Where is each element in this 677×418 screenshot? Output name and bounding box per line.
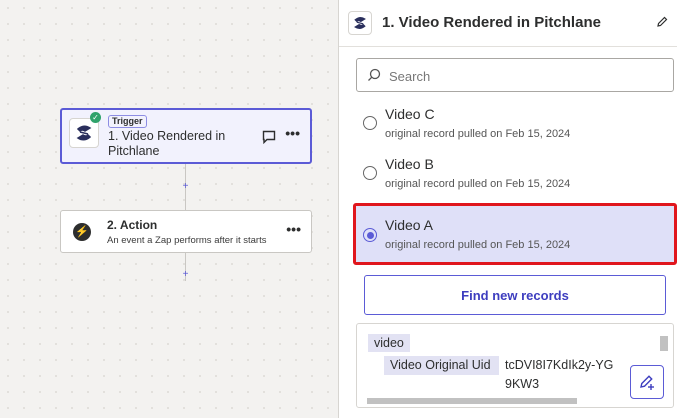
action-step-card[interactable]: ⚡ 2. Action An event a Zap performs afte… xyxy=(60,210,312,253)
scrollbar-thumb[interactable] xyxy=(367,398,577,404)
more-options-icon[interactable]: ••• xyxy=(285,126,300,140)
record-name: Video A xyxy=(385,217,434,233)
record-subtitle: original record pulled on Feb 15, 2024 xyxy=(385,239,571,251)
action-step-title: 2. Action xyxy=(107,218,158,232)
record-name: Video B xyxy=(385,156,434,172)
edit-plus-icon xyxy=(640,375,654,390)
horizontal-scrollbar[interactable] xyxy=(359,396,659,406)
more-options-icon[interactable]: ••• xyxy=(286,222,301,236)
success-check-icon: ✓ xyxy=(90,112,101,123)
pencil-icon[interactable] xyxy=(656,16,668,28)
comment-icon[interactable] xyxy=(262,130,276,144)
trigger-step-card[interactable]: ✓ Trigger 1. Video Rendered in Pitchlane… xyxy=(60,108,312,164)
find-new-records-button[interactable]: Find new records xyxy=(364,275,666,315)
add-step-button[interactable]: + xyxy=(181,182,190,192)
add-step-button[interactable]: + xyxy=(181,270,190,280)
record-data-preview[interactable]: video Video Original Uid tcDVI8I7KdIk2y-… xyxy=(356,323,674,408)
data-group-label: video xyxy=(368,334,410,352)
zap-canvas[interactable]: ✓ Trigger 1. Video Rendered in Pitchlane… xyxy=(0,0,338,418)
record-item-selected[interactable]: Video A original record pulled on Feb 15… xyxy=(353,203,677,265)
data-field-key: Video Original Uid xyxy=(384,356,499,375)
panel-header: 1. Video Rendered in Pitchlane xyxy=(339,0,677,47)
pitchlane-logo-icon xyxy=(348,11,372,35)
step-detail-panel: 1. Video Rendered in Pitchlane Video C o… xyxy=(338,0,677,418)
record-item[interactable]: Video B original record pulled on Feb 15… xyxy=(356,150,674,206)
trigger-step-title: 1. Video Rendered in Pitchlane xyxy=(108,129,226,158)
action-step-description: An event a Zap performs after it starts xyxy=(107,235,267,246)
record-subtitle: original record pulled on Feb 15, 2024 xyxy=(385,128,571,140)
record-radio[interactable] xyxy=(363,116,377,130)
bolt-icon: ⚡ xyxy=(73,223,91,241)
record-subtitle: original record pulled on Feb 15, 2024 xyxy=(385,178,571,190)
panel-title: 1. Video Rendered in Pitchlane xyxy=(382,14,601,31)
search-box[interactable] xyxy=(356,58,674,92)
search-input[interactable] xyxy=(387,66,661,86)
record-item[interactable]: Video C original record pulled on Feb 15… xyxy=(356,100,674,156)
record-radio-selected[interactable] xyxy=(363,228,377,242)
search-icon xyxy=(368,68,381,81)
record-name: Video C xyxy=(385,106,435,122)
record-radio[interactable] xyxy=(363,166,377,180)
edit-fab-button[interactable] xyxy=(630,365,664,399)
scrollbar-thumb[interactable] xyxy=(660,336,668,351)
trigger-badge: Trigger xyxy=(108,115,147,128)
data-field-value: tcDVI8I7KdIk2y-YG9KW3 xyxy=(505,358,614,391)
